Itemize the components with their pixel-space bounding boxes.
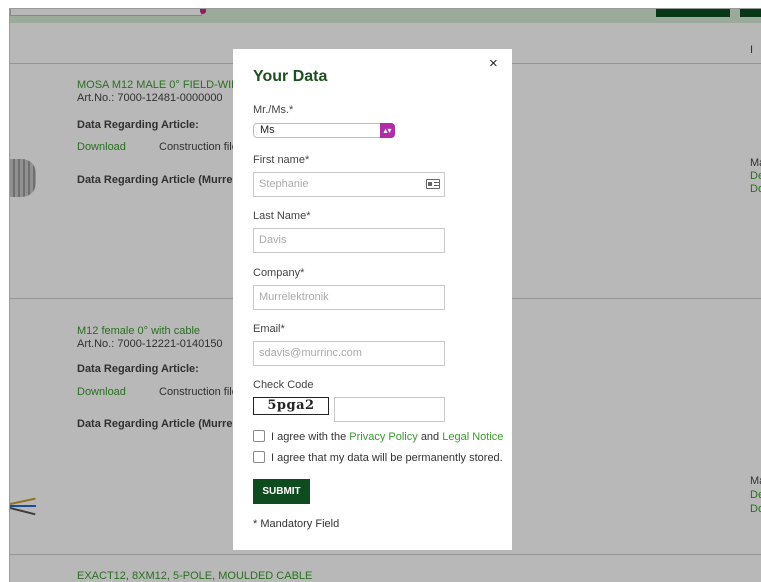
your-data-modal: × Your Data Mr./Ms.* Ms ▴▾ First name* S…: [233, 49, 512, 550]
agree-and-text: and: [420, 431, 440, 443]
check-code-input[interactable]: [334, 397, 445, 422]
mandatory-note: * Mandatory Field: [253, 518, 340, 530]
last-name-placeholder: Davis: [259, 234, 287, 246]
storage-agree-text: I agree that my data will be permanently…: [271, 452, 503, 464]
select-arrows-icon: ▴▾: [380, 123, 395, 138]
email-label: Email*: [253, 323, 285, 335]
company-placeholder: Murrelektronik: [259, 291, 329, 303]
last-name-field[interactable]: Davis: [253, 228, 445, 253]
privacy-policy-link[interactable]: Privacy Policy: [349, 431, 417, 443]
legal-notice-link[interactable]: Legal Notice: [442, 431, 503, 443]
privacy-checkbox[interactable]: [253, 430, 265, 442]
first-name-label: First name*: [253, 154, 310, 166]
close-icon[interactable]: ×: [489, 55, 498, 72]
email-field[interactable]: sdavis@murrinc.com: [253, 341, 445, 366]
captcha-image: 5pga2: [253, 397, 329, 415]
modal-title: Your Data: [253, 68, 328, 85]
company-field[interactable]: Murrelektronik: [253, 285, 445, 310]
salutation-select[interactable]: Ms ▴▾: [253, 123, 395, 138]
salutation-value: Ms: [260, 124, 275, 136]
contact-card-icon[interactable]: [426, 179, 440, 189]
privacy-agreement-row: I agree with the Privacy Policy and Lega…: [253, 430, 503, 443]
storage-agreement-row: I agree that my data will be permanently…: [253, 451, 503, 464]
salutation-label: Mr./Ms.*: [253, 104, 294, 116]
first-name-placeholder: Stephanie: [259, 178, 309, 190]
company-label: Company*: [253, 267, 305, 279]
submit-button[interactable]: SUBMIT: [253, 479, 310, 504]
last-name-label: Last Name*: [253, 210, 311, 222]
check-code-label: Check Code: [253, 379, 314, 391]
storage-checkbox[interactable]: [253, 451, 265, 463]
email-placeholder: sdavis@murrinc.com: [259, 347, 362, 359]
first-name-field[interactable]: Stephanie: [253, 172, 445, 197]
agree-text: I agree with the: [271, 431, 347, 443]
